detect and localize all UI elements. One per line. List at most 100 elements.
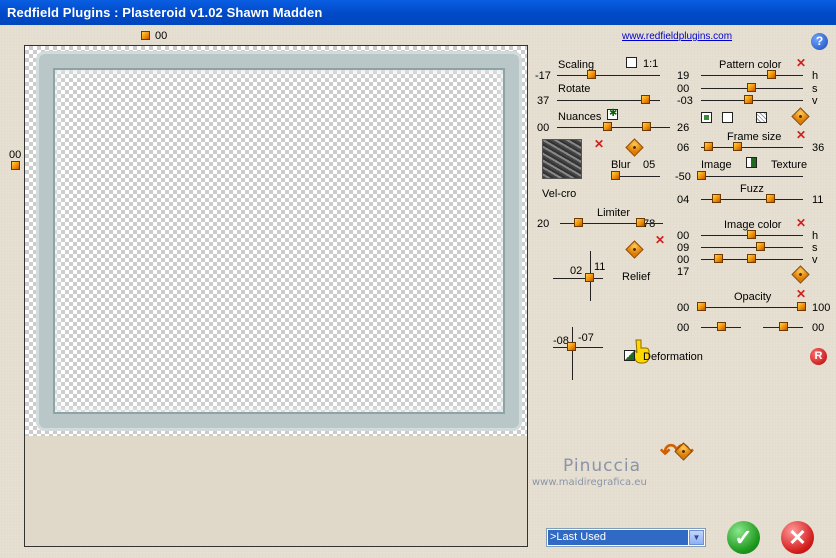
fuzz-max-knob[interactable] [766, 194, 775, 203]
image-v-knob-1[interactable] [714, 254, 723, 263]
fuzz-max-value: 11 [812, 194, 824, 206]
watermark-url: www.maidiregrafica.eu [532, 477, 647, 488]
opacity-max-knob[interactable] [797, 302, 806, 311]
preview-vertical-offset-knob[interactable] [11, 161, 20, 170]
image-s-value: 09 [677, 242, 690, 254]
velcro-texture-swatch[interactable] [542, 139, 582, 179]
image-h-knob[interactable] [747, 230, 756, 239]
opacity-row2-left-knob[interactable] [717, 322, 726, 331]
image-v-knob-2[interactable] [747, 254, 756, 263]
opacity-min-knob[interactable] [697, 302, 706, 311]
image-s-knob[interactable] [756, 242, 765, 251]
title-bar: Redfield Plugins : Plasteroid v1.02 Shaw… [0, 0, 836, 25]
deformation-position-knob[interactable] [567, 342, 576, 351]
fuzz-label: Fuzz [740, 183, 764, 195]
limiter-min-knob[interactable] [574, 218, 583, 227]
preview-horizontal-offset-knob[interactable] [141, 31, 150, 40]
blur-value: 05 [643, 159, 656, 171]
pattern-random-diamond-icon[interactable] [791, 107, 810, 126]
pattern-mode-1-checkbox[interactable] [701, 112, 712, 123]
deformation-label: Deformation [643, 351, 703, 363]
image-texture-toggle[interactable] [746, 157, 757, 168]
rotate-slider-knob[interactable] [641, 95, 650, 104]
ratio-1-1-label: 1:1 [643, 58, 659, 70]
nuances-max-value: 26 [677, 122, 690, 134]
pattern-h-value: 19 [677, 70, 690, 82]
deformation-y-value: -07 [578, 332, 594, 344]
cancel-x-icon: ✕ [788, 525, 807, 550]
deformation-checkbox[interactable] [624, 350, 635, 361]
pattern-color-reset-x-icon[interactable]: ✕ [796, 57, 806, 69]
check-icon: ✓ [734, 525, 753, 550]
pattern-h-label: h [812, 70, 819, 82]
rotate-value: 37 [537, 95, 550, 107]
pattern-mode-3-checkbox[interactable] [756, 112, 767, 123]
preset-select[interactable]: >Last Used ▼ [546, 528, 706, 547]
relief-x-value: 02 [570, 265, 583, 277]
frame-size-max-knob[interactable] [733, 142, 742, 151]
preset-selected-value: >Last Used [548, 530, 688, 545]
help-icon[interactable]: ? [811, 33, 828, 50]
blur-slider-knob[interactable] [611, 171, 620, 180]
deformation-y-track[interactable] [572, 327, 573, 380]
nuances-min-knob[interactable] [603, 122, 612, 131]
preview-panel[interactable] [24, 45, 528, 547]
opacity-row2-right-knob[interactable] [779, 322, 788, 331]
limiter-min-value: 20 [537, 218, 550, 230]
relief-reset-x-icon[interactable]: ✕ [655, 234, 665, 246]
image-texture-track[interactable] [701, 176, 803, 177]
deformation-x-track[interactable] [553, 347, 603, 348]
frame-size-track[interactable] [701, 147, 803, 148]
relief-label: Relief [622, 271, 651, 283]
opacity-track[interactable] [701, 307, 803, 308]
texture-label: Texture [771, 159, 808, 171]
fuzz-min-knob[interactable] [712, 194, 721, 203]
relief-position-knob[interactable] [585, 273, 594, 282]
frame-size-reset-x-icon[interactable]: ✕ [796, 129, 806, 141]
opacity-row2-right-value: 00 [812, 322, 825, 334]
reset-r-icon[interactable]: R [810, 348, 827, 365]
image-color-random-diamond-icon[interactable] [791, 265, 810, 284]
fuzz-min-value: 04 [677, 194, 690, 206]
opacity-label: Opacity [734, 291, 772, 303]
image-h-value: 00 [677, 230, 690, 242]
velcro-random-diamond-icon[interactable] [625, 138, 644, 157]
window-title: Redfield Plugins : Plasteroid v1.02 Shaw… [7, 5, 323, 20]
scaling-track[interactable] [557, 75, 660, 76]
scaling-slider-knob[interactable] [587, 70, 596, 79]
pattern-mode-2-checkbox[interactable] [722, 112, 733, 123]
pattern-s-knob[interactable] [747, 83, 756, 92]
pattern-v-value: -03 [677, 95, 693, 107]
chevron-down-icon[interactable]: ▼ [689, 530, 704, 545]
velcro-label: Vel-cro [542, 188, 577, 200]
opacity-min-value: 00 [677, 302, 690, 314]
ratio-1-1-checkbox[interactable] [626, 57, 637, 68]
pattern-v-knob[interactable] [744, 95, 753, 104]
nuances-star-checkbox[interactable]: ✱ [607, 108, 618, 120]
frame-effect-preview [39, 54, 519, 428]
image-h-label: h [812, 230, 819, 242]
nuances-max-knob[interactable] [642, 122, 651, 131]
redfield-website-link[interactable]: www.redfieldplugins.com [622, 31, 732, 42]
ok-button[interactable]: ✓ [727, 521, 760, 554]
image-s-track[interactable] [701, 247, 803, 248]
image-v-label: v [812, 254, 818, 266]
velcro-reset-x-icon[interactable]: ✕ [594, 138, 604, 150]
opacity-reset-x-icon[interactable]: ✕ [796, 288, 806, 300]
pattern-h-track[interactable] [701, 75, 803, 76]
preview-canvas[interactable] [25, 46, 527, 436]
nuances-label: Nuances [558, 111, 602, 123]
pattern-h-knob[interactable] [767, 70, 776, 79]
relief-x-track[interactable] [553, 278, 603, 279]
relief-random-diamond-icon[interactable] [625, 240, 644, 259]
cancel-button[interactable]: ✕ [781, 521, 814, 554]
image-s-label: s [812, 242, 818, 254]
image-color-reset-x-icon[interactable]: ✕ [796, 217, 806, 229]
preview-left-value: 00 [9, 149, 22, 161]
frame-size-min-knob[interactable] [704, 142, 713, 151]
image-texture-knob[interactable] [697, 171, 706, 180]
image-label: Image [701, 159, 732, 171]
opacity-row2-left-value: 00 [677, 322, 690, 334]
nuances-track[interactable] [557, 127, 670, 128]
limiter-max-knob[interactable] [636, 218, 645, 227]
